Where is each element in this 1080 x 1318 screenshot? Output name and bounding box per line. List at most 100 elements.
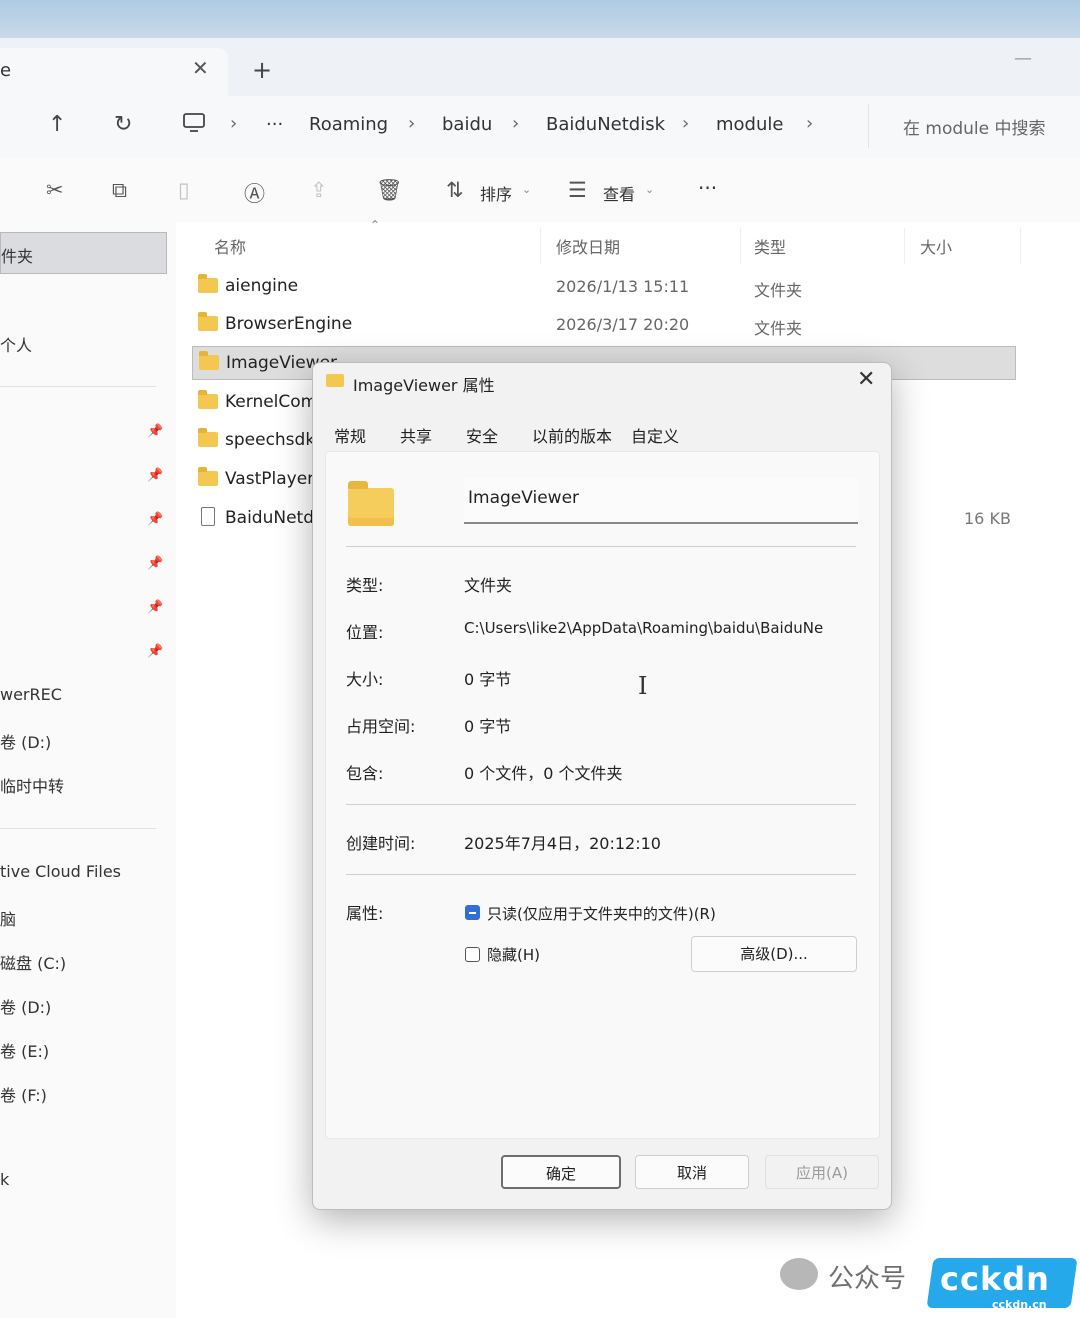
prop-value-size-on-disk: 0 字节 xyxy=(464,717,512,736)
refresh-icon[interactable]: ↻ xyxy=(114,112,132,137)
chevron-right-icon: › xyxy=(512,113,520,134)
pin-icon[interactable]: 📌 xyxy=(147,468,163,483)
divider xyxy=(0,828,156,829)
chevron-right-icon[interactable]: › xyxy=(806,113,813,134)
prop-value-type: 文件夹 xyxy=(464,576,513,595)
search-box[interactable]: 在 module 中搜索 xyxy=(868,104,1080,148)
tab-general[interactable]: 常规 xyxy=(334,423,366,447)
folder-icon xyxy=(199,351,219,370)
text-cursor-icon: I xyxy=(638,672,648,700)
tab-explorer[interactable]: e ✕ xyxy=(0,48,228,96)
hidden-checkbox[interactable] xyxy=(465,947,480,962)
sidebar-item-volume-d[interactable]: 卷 (D:) xyxy=(0,729,51,753)
more-options-button[interactable]: ··· xyxy=(698,176,717,200)
readonly-checkbox[interactable] xyxy=(465,905,480,920)
properties-dialog: ImageViewer 属性 ✕ 常规 共享 安全 以前的版本 自定义 Imag… xyxy=(312,362,892,1210)
sidebar-item-label: 件夹 xyxy=(1,247,34,266)
close-icon[interactable]: ✕ xyxy=(857,367,875,392)
folder-name-field[interactable]: ImageViewer xyxy=(464,478,858,524)
share-icon[interactable]: ⇪ xyxy=(310,178,328,202)
sidebar-item-selected[interactable]: 件夹 xyxy=(0,232,167,274)
sidebar-item-drive-f[interactable]: 卷 (F:) xyxy=(0,1082,47,1106)
sort-button[interactable]: 排序 xyxy=(480,181,512,205)
pin-icon[interactable]: 📌 xyxy=(147,556,163,571)
prop-label-size-on-disk: 占用空间: xyxy=(346,717,416,736)
column-header-name[interactable]: 名称 xyxy=(214,234,246,258)
sidebar-item-drive-c[interactable]: 磁盘 (C:) xyxy=(0,950,66,974)
sort-icon[interactable]: ⇅ xyxy=(446,178,464,202)
file-size: 16 KB xyxy=(964,509,1011,528)
file-name: aiengine xyxy=(225,276,299,296)
breadcrumb-baidunetdisk[interactable]: BaiduNetdisk xyxy=(546,114,665,135)
file-date: 2026/1/13 15:11 xyxy=(556,277,690,296)
hidden-label[interactable]: 隐藏(H) xyxy=(487,944,540,965)
new-tab-icon[interactable]: + xyxy=(252,56,272,84)
window-top-strip xyxy=(0,0,1080,38)
rename-icon[interactable]: Ⓐ xyxy=(244,178,265,208)
breadcrumb-baidu[interactable]: baidu xyxy=(442,114,492,135)
folder-name-value: ImageViewer xyxy=(468,488,580,508)
sidebar-item-personal[interactable]: 个人 xyxy=(0,332,32,356)
chevron-down-icon: ⌄ xyxy=(522,183,532,196)
tab-sharing[interactable]: 共享 xyxy=(400,423,432,447)
folder-icon xyxy=(348,481,394,526)
copy-icon[interactable]: ⧉ xyxy=(112,178,127,203)
cancel-button[interactable]: 取消 xyxy=(635,1155,749,1189)
sidebar-item-temp[interactable]: 临时中转 xyxy=(0,773,64,797)
minimize-icon[interactable]: — xyxy=(1014,48,1032,69)
cut-icon[interactable]: ✂ xyxy=(46,178,64,202)
view-button[interactable]: 查看 xyxy=(603,181,635,205)
watermark-logo-sub: cckdn.cn xyxy=(992,1298,1047,1311)
tab-previous-versions[interactable]: 以前的版本 xyxy=(532,423,612,447)
file-date: 2026/3/17 20:20 xyxy=(556,315,690,334)
file-row[interactable]: BrowserEngine 2026/3/17 20:20 文件夹 xyxy=(192,308,1016,342)
folder-icon xyxy=(326,374,344,387)
column-divider[interactable] xyxy=(740,228,741,264)
column-header-size[interactable]: 大小 xyxy=(920,234,952,258)
readonly-label[interactable]: 只读(仅应用于文件夹中的文件)(R) xyxy=(487,903,716,924)
apply-button[interactable]: 应用(A) xyxy=(765,1155,879,1189)
delete-icon[interactable]: 🗑 xyxy=(376,178,403,203)
sidebar-item-powerrec[interactable]: werREC xyxy=(0,685,62,704)
sidebar-item-this-pc[interactable]: 脑 xyxy=(0,906,16,930)
prop-label-created: 创建时间: xyxy=(346,834,416,853)
sidebar-item-drive-e[interactable]: 卷 (E:) xyxy=(0,1038,49,1062)
tab-customize[interactable]: 自定义 xyxy=(631,423,679,447)
pin-icon[interactable]: 📌 xyxy=(147,424,163,439)
prop-value-size: 0 字节 xyxy=(464,670,512,689)
pin-icon[interactable]: 📌 xyxy=(147,512,163,527)
sidebar-item-cloud-files[interactable]: tive Cloud Files xyxy=(0,862,121,881)
ok-button[interactable]: 确定 xyxy=(501,1155,621,1189)
prop-label-location: 位置: xyxy=(346,623,384,642)
divider xyxy=(346,804,856,805)
file-type: 文件夹 xyxy=(754,319,803,338)
watermark-logo-text: cckdn xyxy=(940,1260,1050,1298)
tab-security[interactable]: 安全 xyxy=(466,423,498,447)
general-tab-panel: ImageViewer 类型: 文件夹 位置: C:\Users\like2\A… xyxy=(325,451,880,1139)
pin-icon[interactable]: 📌 xyxy=(147,644,163,659)
sidebar-item-drive-d[interactable]: 卷 (D:) xyxy=(0,994,51,1018)
pin-icon[interactable]: 📌 xyxy=(147,600,163,615)
computer-icon[interactable] xyxy=(182,112,206,140)
column-divider[interactable] xyxy=(1020,228,1021,264)
navigation-pane: 件夹 个人 📌 📌 📌 📌 📌 📌 werREC 卷 (D:) 临时中转 tiv… xyxy=(0,222,176,1318)
column-divider[interactable] xyxy=(540,228,541,264)
close-tab-icon[interactable]: ✕ xyxy=(192,56,209,80)
chevron-right-icon: › xyxy=(408,113,416,134)
breadcrumb-roaming[interactable]: Roaming xyxy=(309,114,388,135)
breadcrumb-module[interactable]: module xyxy=(716,114,783,135)
prop-value-contains: 0 个文件，0 个文件夹 xyxy=(464,764,623,783)
search-input[interactable]: 在 module 中搜索 xyxy=(903,114,1046,139)
column-header-modified[interactable]: 修改日期 xyxy=(556,234,620,258)
chevron-down-icon: ⌄ xyxy=(645,183,655,196)
file-row[interactable]: aiengine 2026/1/13 15:11 文件夹 xyxy=(192,270,1016,304)
sidebar-item-network[interactable]: k xyxy=(0,1170,9,1189)
view-icon[interactable]: ☰ xyxy=(568,178,587,202)
column-header-type[interactable]: 类型 xyxy=(754,234,786,258)
column-divider[interactable] xyxy=(904,228,905,264)
folder-icon xyxy=(198,467,218,486)
breadcrumb-more-button[interactable]: ··· xyxy=(266,114,283,135)
paste-icon[interactable]: ▯ xyxy=(178,178,190,202)
arrow-up-icon[interactable]: ↑ xyxy=(48,112,66,137)
advanced-button[interactable]: 高级(D)... xyxy=(691,936,857,972)
